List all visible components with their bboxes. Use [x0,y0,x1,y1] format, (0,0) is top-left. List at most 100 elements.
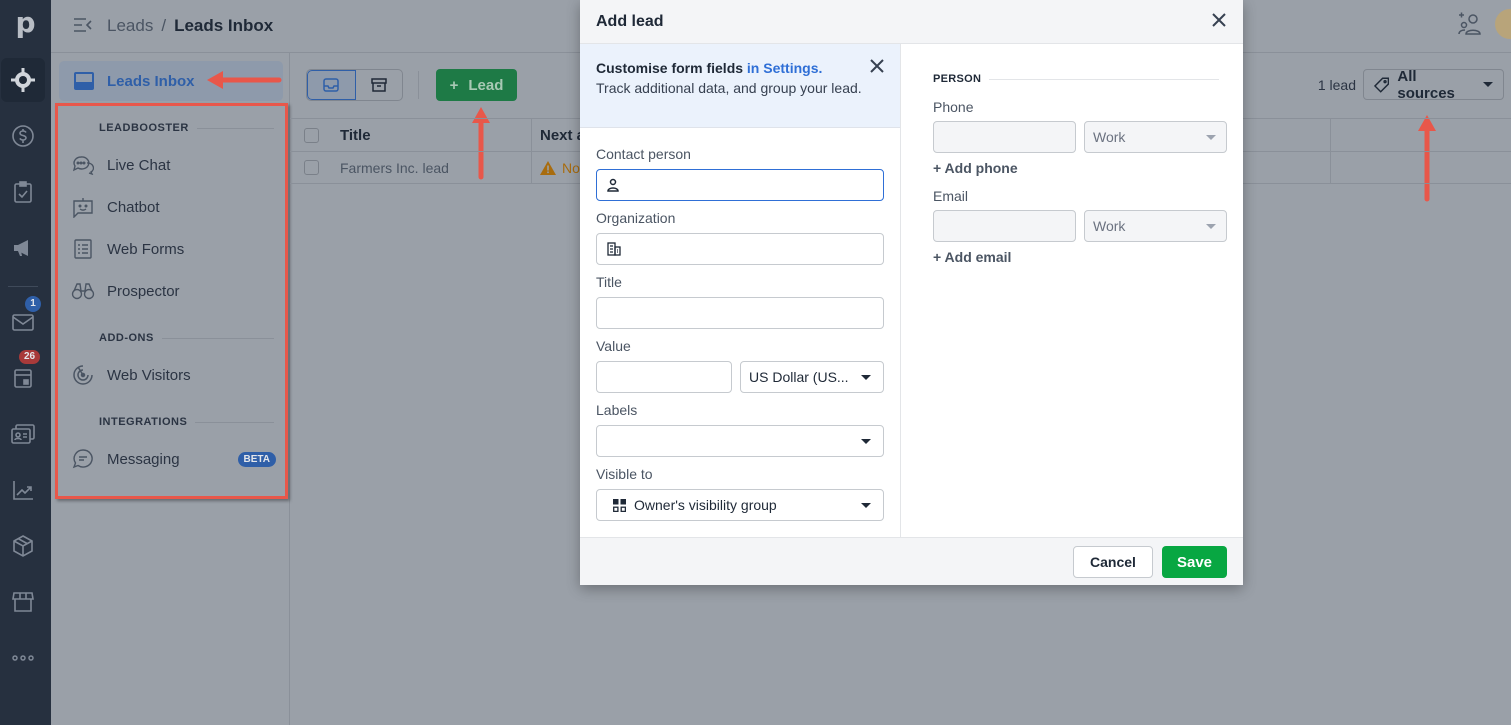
plus-icon: + [449,76,459,94]
annotation-arrow-left [207,71,282,89]
rail-leads-icon[interactable] [1,58,45,102]
add-lead-label: Lead [468,76,504,94]
settings-link[interactable]: in Settings. [747,60,822,76]
sidebar-item-label: Prospector [107,282,180,300]
organization-input[interactable] [596,233,884,265]
value-input[interactable] [596,361,732,393]
contact-person-input[interactable] [596,169,884,201]
sidebar-item-label: Leads Inbox [107,72,195,90]
organization-label: Organization [596,210,676,226]
modal-footer: Cancel Save [580,537,1243,585]
section-integrations: INTEGRATIONS [99,416,274,428]
phone-type-select[interactable]: Work [1084,121,1227,153]
inbox-icon [74,72,94,90]
close-modal-icon[interactable] [1211,12,1227,31]
calendar-badge: 26 [19,350,41,364]
collapse-menu-icon[interactable] [73,17,93,36]
person-section-heading: PERSON [933,73,1219,85]
lead-empty-cell [1230,152,1331,183]
visible-to-label: Visible to [596,466,653,482]
tip-text: Track additional data, and group your le… [596,80,862,96]
rail-divider [8,286,38,287]
visible-to-select[interactable]: Owner's visibility group [596,489,884,521]
column-title[interactable]: Title [290,119,532,151]
dismiss-tip-icon[interactable] [870,58,884,78]
sidebar-item-label: Web Visitors [107,366,191,384]
chevron-down-icon [861,374,871,380]
tip-heading: Customise form fields [596,60,747,76]
add-user-icon[interactable] [1457,12,1483,39]
lead-count: 1 lead [1317,77,1356,93]
value-label: Value [596,338,631,354]
megaphone-icon[interactable] [1,226,45,270]
person-icon [607,178,619,192]
store-icon[interactable] [1,580,45,624]
email-input[interactable] [933,210,1076,242]
section-leadbooster: LEADBOOSTER [99,122,274,134]
mail-icon[interactable]: 1 [1,296,45,344]
contacts-card-icon[interactable] [1,412,45,456]
breadcrumb-leads[interactable]: Leads [107,16,153,35]
building-icon [607,242,621,256]
cancel-button[interactable]: Cancel [1073,546,1153,578]
message-icon [71,447,95,471]
calendar-icon[interactable]: 26 [1,350,45,400]
column-empty [1230,119,1331,151]
lead-form-right: PERSON Phone Work + Add phone Email Work… [901,44,1243,537]
sidebar-item-label: Messaging [107,450,180,468]
currency-value: US Dollar (US... [749,369,849,385]
lead-title[interactable]: Farmers Inc. lead [290,152,532,183]
pipedrive-logo[interactable]: p [0,0,51,44]
toolbar-divider [418,71,419,99]
beta-badge: BETA [237,451,276,467]
breadcrumb: Leads / Leads Inbox [107,16,273,36]
sidebar-item-messaging[interactable]: Messaging BETA [71,447,276,471]
box-icon[interactable] [1,524,45,568]
add-email-link[interactable]: + Add email [933,249,1011,265]
warning-icon [540,160,556,175]
customise-tip-banner: Customise form fields in Settings. Track… [580,44,900,128]
archive-view-button[interactable] [356,70,403,100]
mail-badge: 1 [25,296,41,312]
user-avatar[interactable] [1495,9,1511,39]
form-list-icon [71,237,95,261]
inbox-view-button[interactable] [307,70,356,100]
chevron-down-icon [1206,223,1216,229]
add-lead-modal: Add lead Customise form fields in Settin… [580,0,1243,585]
sources-filter-dropdown[interactable]: All sources [1363,68,1504,102]
sidebar-item-label: Live Chat [107,156,171,174]
title-label: Title [596,274,622,290]
sidebar-item-live-chat[interactable]: Live Chat [71,153,276,177]
chevron-down-icon [1206,134,1216,140]
chart-icon[interactable] [1,468,45,512]
sidebar-item-chatbot[interactable]: Chatbot [71,195,276,219]
section-add-ons: ADD-ONS [99,332,274,344]
phone-label: Phone [933,99,974,115]
dollar-icon[interactable] [1,114,45,158]
phone-input[interactable] [933,121,1076,153]
email-label: Email [933,188,969,204]
contact-person-label: Contact person [596,146,691,162]
title-input[interactable] [596,297,884,329]
labels-label: Labels [596,402,638,418]
sidebar-item-web-forms[interactable]: Web Forms [71,237,276,261]
sidebar-item-label: Web Forms [107,240,185,258]
sidebar-item-prospector[interactable]: Prospector [71,279,276,303]
chevron-down-icon [1483,82,1493,87]
modal-title: Add lead [580,0,1243,44]
leads-side-panel: Leads Inbox LEADBOOSTER Live Chat Chatbo… [51,53,290,725]
grid-icon [613,498,626,512]
labels-select[interactable] [596,425,884,457]
add-lead-button[interactable]: + Lead [436,69,517,101]
sidebar-item-web-visitors[interactable]: Web Visitors [71,363,276,387]
currency-select[interactable]: US Dollar (US... [740,361,884,393]
email-type-select[interactable]: Work [1084,210,1227,242]
app-rail: p 1 26 [0,0,51,725]
binoculars-icon [71,279,95,303]
lead-form-left: Customise form fields in Settings. Track… [580,44,901,537]
clipboard-check-icon[interactable] [1,170,45,214]
more-icon[interactable] [1,636,45,680]
add-phone-link[interactable]: + Add phone [933,160,1018,176]
save-button[interactable]: Save [1162,546,1227,578]
chat-bubbles-icon [71,153,95,177]
